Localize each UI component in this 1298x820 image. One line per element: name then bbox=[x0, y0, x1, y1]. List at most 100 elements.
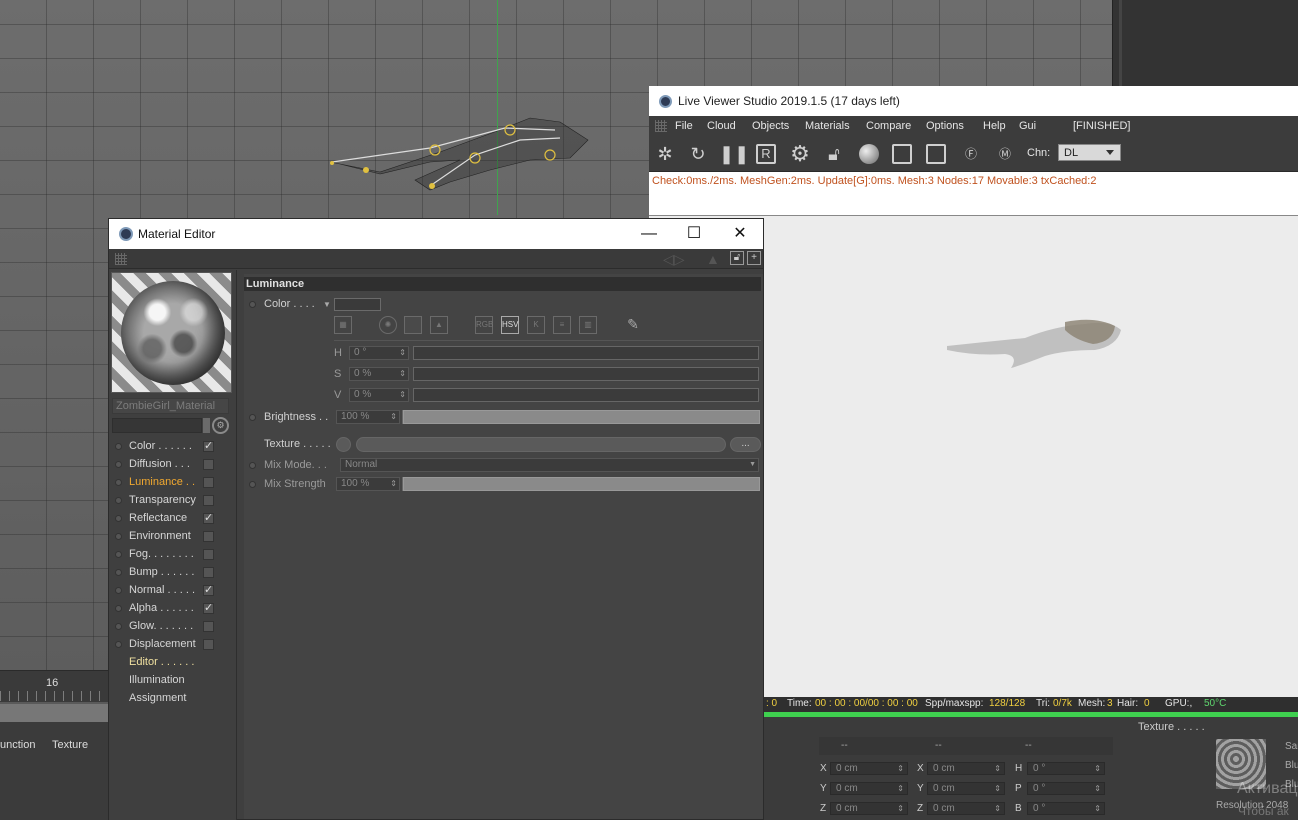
channel-item[interactable]: Bump . . . . . . bbox=[109, 564, 237, 582]
menu-gui[interactable]: Gui bbox=[1019, 120, 1036, 132]
maximize-icon[interactable]: ☐ bbox=[682, 222, 706, 246]
channel-checkbox[interactable] bbox=[203, 477, 214, 488]
rot-b-field[interactable]: 0 ° ⇕ bbox=[1027, 802, 1105, 815]
palette-icon[interactable]: ▲ bbox=[430, 316, 448, 334]
timeline-scrollbar[interactable] bbox=[0, 704, 108, 722]
pos-z-field[interactable]: 0 cm ⇕ bbox=[830, 802, 908, 815]
channel-checkbox[interactable] bbox=[203, 639, 214, 650]
v-slider[interactable] bbox=[413, 388, 759, 402]
eyedropper-icon[interactable]: ✎ bbox=[624, 316, 642, 334]
keyframe-dot[interactable] bbox=[249, 462, 256, 469]
chevron-down-icon[interactable]: ▼ bbox=[323, 300, 331, 309]
channel-checkbox[interactable]: ✓ bbox=[203, 603, 214, 614]
channel-item[interactable]: Transparency bbox=[109, 492, 237, 510]
menu-cloud[interactable]: Cloud bbox=[707, 120, 736, 132]
refresh-icon[interactable]: ↻ bbox=[685, 141, 711, 167]
timeline-ruler[interactable]: 16 bbox=[0, 670, 108, 702]
lock-icon[interactable]: 🔓︎ bbox=[821, 141, 847, 167]
menu-options[interactable]: Options bbox=[926, 120, 964, 132]
channel-checkbox[interactable]: ✓ bbox=[203, 513, 214, 524]
texture-browse-button[interactable]: ... bbox=[730, 437, 761, 452]
section-item[interactable]: Illumination bbox=[109, 672, 237, 690]
channel-item[interactable]: Environment bbox=[109, 528, 237, 546]
menu-file[interactable]: File bbox=[675, 120, 693, 132]
channel-item[interactable]: Displacement bbox=[109, 636, 237, 654]
render-icon[interactable]: R bbox=[756, 144, 776, 164]
image-picker-icon[interactable] bbox=[404, 316, 422, 334]
mixer-icon[interactable]: ≡ bbox=[553, 316, 571, 334]
texture-path-field[interactable] bbox=[356, 437, 726, 452]
new-window-icon[interactable]: + bbox=[747, 251, 761, 265]
keyframe-dot[interactable] bbox=[249, 301, 256, 308]
grip-icon[interactable] bbox=[115, 253, 127, 265]
section-item[interactable]: Assignment bbox=[109, 690, 237, 708]
pause-icon[interactable]: ❚❚ bbox=[719, 141, 749, 167]
scale-z-field[interactable]: 0 cm ⇕ bbox=[927, 802, 1005, 815]
menu-materials[interactable]: Materials bbox=[805, 120, 850, 132]
lock-icon[interactable]: 🔓︎ bbox=[730, 251, 744, 265]
nav-arrows-icon[interactable]: ◁▷ bbox=[663, 251, 685, 268]
channel-item[interactable]: Reflectance ✓ bbox=[109, 510, 237, 528]
live-viewer-titlebar[interactable]: Live Viewer Studio 2019.1.5 (17 days lef… bbox=[649, 86, 1298, 116]
mix-strength-slider[interactable] bbox=[402, 477, 760, 491]
pos-x-field[interactable]: 0 cm ⇕ bbox=[830, 762, 908, 775]
channel-item[interactable]: Luminance . . bbox=[109, 474, 237, 492]
channel-item[interactable]: Normal . . . . . ✓ bbox=[109, 582, 237, 600]
color-wheel-icon[interactable]: ▦ bbox=[334, 316, 352, 334]
menu-objects[interactable]: Objects bbox=[752, 120, 789, 132]
preview-scene-field[interactable] bbox=[112, 418, 202, 433]
color-swatch[interactable] bbox=[334, 298, 381, 311]
pin-f-icon[interactable]: Ⓕ bbox=[958, 141, 984, 167]
keyframe-dot[interactable] bbox=[249, 481, 256, 488]
channel-item[interactable]: Diffusion . . . bbox=[109, 456, 237, 474]
sphere-icon[interactable] bbox=[856, 141, 882, 167]
preview-scroll[interactable] bbox=[203, 418, 210, 433]
gear-icon[interactable]: ⚙ bbox=[787, 141, 813, 167]
rgb-mode-button[interactable]: RGB bbox=[475, 316, 493, 334]
brightness-slider[interactable] bbox=[402, 410, 760, 424]
pin-m-icon[interactable]: Ⓜ bbox=[992, 141, 1018, 167]
channel-select[interactable]: DL bbox=[1058, 144, 1121, 161]
mix-mode-select[interactable]: Normal ▼ bbox=[340, 458, 759, 472]
keyframe-dot[interactable] bbox=[249, 414, 256, 421]
minimize-icon[interactable]: — bbox=[637, 222, 661, 246]
menu-texture[interactable]: Texture bbox=[52, 739, 88, 751]
material-preview[interactable] bbox=[111, 272, 232, 393]
pos-y-field[interactable]: 0 cm ⇕ bbox=[830, 782, 908, 795]
channel-checkbox[interactable] bbox=[203, 549, 214, 560]
up-arrow-icon[interactable]: ▲ bbox=[706, 251, 720, 267]
s-slider[interactable] bbox=[413, 367, 759, 381]
channel-checkbox[interactable] bbox=[203, 531, 214, 542]
spectrum-icon[interactable]: ✺ bbox=[379, 316, 397, 334]
v-field[interactable]: 0 % ⇕ bbox=[349, 388, 409, 402]
grip-icon[interactable] bbox=[655, 120, 667, 132]
channel-checkbox[interactable] bbox=[203, 621, 214, 632]
menu-compare[interactable]: Compare bbox=[866, 120, 911, 132]
h-slider[interactable] bbox=[413, 346, 759, 360]
hsv-mode-button[interactable]: HSV bbox=[501, 316, 519, 334]
region2-icon[interactable] bbox=[926, 144, 946, 164]
channel-item[interactable]: Color . . . . . . ✓ bbox=[109, 438, 237, 456]
rot-h-field[interactable]: 0 ° ⇕ bbox=[1027, 762, 1105, 775]
channel-item[interactable]: Alpha . . . . . . ✓ bbox=[109, 600, 237, 618]
channel-checkbox[interactable]: ✓ bbox=[203, 441, 214, 452]
menu-function[interactable]: unction bbox=[0, 739, 35, 751]
texture-type-icon[interactable] bbox=[336, 437, 351, 452]
mix-strength-field[interactable]: 100 % ⇕ bbox=[336, 477, 400, 491]
material-editor-titlebar[interactable]: Material Editor — ☐ ✕ bbox=[109, 219, 763, 249]
close-icon[interactable]: ✕ bbox=[728, 222, 752, 246]
channel-item[interactable]: Fog. . . . . . . . bbox=[109, 546, 237, 564]
brightness-field[interactable]: 100 % ⇕ bbox=[336, 410, 400, 424]
swatch-icon[interactable]: ▥ bbox=[579, 316, 597, 334]
channel-checkbox[interactable] bbox=[203, 495, 214, 506]
rot-p-field[interactable]: 0 ° ⇕ bbox=[1027, 782, 1105, 795]
scale-x-field[interactable]: 0 cm ⇕ bbox=[927, 762, 1005, 775]
section-item[interactable]: Editor . . . . . . bbox=[109, 654, 237, 672]
region-icon[interactable] bbox=[892, 144, 912, 164]
channel-checkbox[interactable]: ✓ bbox=[203, 585, 214, 596]
channel-item[interactable]: Glow. . . . . . . bbox=[109, 618, 237, 636]
channel-checkbox[interactable] bbox=[203, 567, 214, 578]
aperture-icon[interactable]: ✲ bbox=[652, 141, 678, 167]
material-name-field[interactable]: ZombieGirl_Material bbox=[112, 398, 229, 414]
scale-y-field[interactable]: 0 cm ⇕ bbox=[927, 782, 1005, 795]
